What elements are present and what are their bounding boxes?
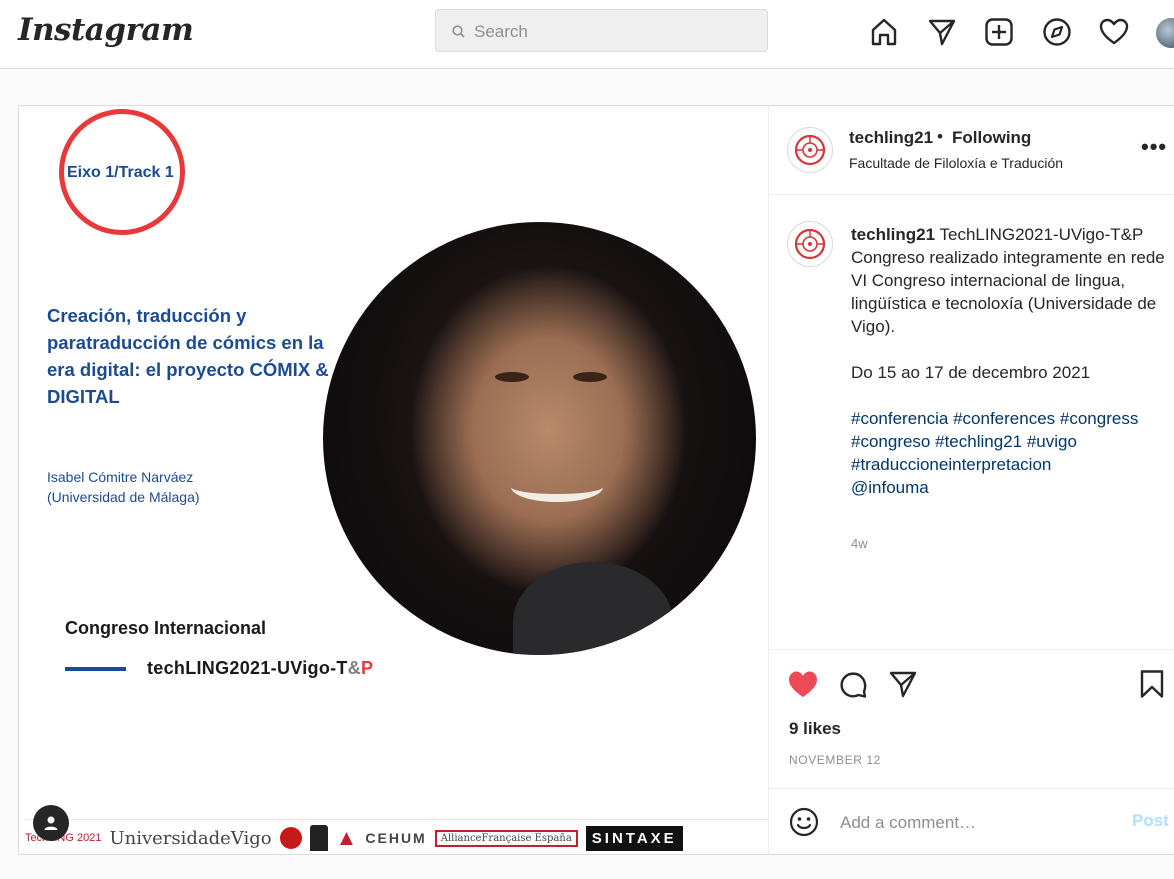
- save-bookmark-icon[interactable]: [1136, 668, 1168, 700]
- track-label: Eixo 1/Track 1: [67, 164, 174, 181]
- hashtag-link[interactable]: #conferencia: [851, 409, 948, 428]
- hashtag-link[interactable]: #techling21: [935, 432, 1022, 451]
- post-image[interactable]: Eixo 1/Track 1 Creación, traducción y pa…: [19, 106, 768, 854]
- more-options-icon[interactable]: •••: [1141, 134, 1167, 160]
- post-comment-button[interactable]: Post: [1132, 811, 1169, 831]
- post-sidebar: techling21 • Following Facultade de Filo…: [768, 106, 1174, 854]
- like-heart-icon[interactable]: [787, 668, 819, 700]
- post-header: techling21 • Following Facultade de Filo…: [769, 106, 1174, 195]
- share-icon[interactable]: [887, 668, 919, 700]
- post-caption: techling21 TechLING2021-UVigo-T&P Congre…: [851, 223, 1171, 499]
- sponsor-triangle-logo: ▲: [335, 825, 358, 850]
- caption-username[interactable]: techling21: [851, 225, 935, 244]
- sponsor-emblem-red: [279, 827, 302, 849]
- home-icon[interactable]: [868, 16, 900, 48]
- speaker-name: Isabel Cómitre Narváez (Universidad de M…: [47, 469, 200, 505]
- direct-message-icon[interactable]: [926, 16, 958, 48]
- sponsor-cehum: CEHUM: [365, 830, 427, 846]
- caption-dates: Do 15 ao 17 de decembro 2021: [851, 363, 1091, 382]
- account-username[interactable]: techling21: [849, 128, 933, 148]
- search-input[interactable]: [472, 18, 756, 46]
- following-button[interactable]: Following: [952, 128, 1031, 148]
- comment-input[interactable]: [838, 809, 1122, 837]
- hashtag-link[interactable]: #traduccioneinterpretacion: [851, 455, 1051, 474]
- account-avatar[interactable]: [787, 127, 833, 173]
- likes-count[interactable]: 9 likes: [789, 719, 841, 739]
- speaker-photo: [323, 222, 756, 655]
- conference-name: techLING2021-UVigo-T&P: [147, 658, 374, 678]
- comment-bubble-icon[interactable]: [837, 668, 869, 700]
- divider-line: [65, 667, 126, 671]
- caption-line: VI Congreso internacional de lingua, lin…: [851, 271, 1157, 336]
- sponsor-emblem-dark: [309, 825, 328, 851]
- post-card: Eixo 1/Track 1 Creación, traducción y pa…: [18, 105, 1174, 855]
- mention-link[interactable]: @infouma: [851, 478, 929, 497]
- post-location[interactable]: Facultade de Filoloxía e Tradución: [849, 155, 1063, 171]
- new-post-icon[interactable]: [983, 16, 1015, 48]
- hashtag-link[interactable]: #congreso: [851, 432, 930, 451]
- hashtag-link[interactable]: #uvigo: [1027, 432, 1077, 451]
- explore-compass-icon[interactable]: [1041, 16, 1073, 48]
- top-navigation-bar: Instagram: [0, 0, 1174, 69]
- post-actions: [769, 649, 1174, 720]
- hashtag-link[interactable]: #conferences: [953, 409, 1055, 428]
- activity-heart-icon[interactable]: [1098, 16, 1130, 48]
- search-box[interactable]: [435, 9, 768, 52]
- sponsor-logos-strip: TechLING 2021 UniversidadeVigo ▲ CEHUM A…: [25, 819, 768, 854]
- tagged-user-icon[interactable]: [33, 805, 69, 841]
- talk-title: Creación, traducción y paratraducción de…: [47, 305, 329, 407]
- sponsor-sintaxe: SINTAXE: [585, 825, 683, 851]
- instagram-logo[interactable]: Instagram: [18, 12, 194, 48]
- profile-avatar[interactable]: [1156, 18, 1174, 48]
- separator-dot: •: [937, 127, 943, 146]
- search-icon: [452, 25, 465, 38]
- post-date[interactable]: NOVEMBER 12: [789, 753, 881, 767]
- hashtag-link[interactable]: #congress: [1060, 409, 1138, 428]
- comment-bar: Post: [769, 788, 1174, 855]
- emoji-icon[interactable]: [789, 807, 819, 837]
- congress-label: Congreso Internacional: [65, 618, 267, 638]
- caption-time[interactable]: 4w: [851, 536, 868, 551]
- sponsor-uvigo: UniversidadeVigo: [109, 827, 272, 849]
- sponsor-alliance-francaise: AllianceFrançaise España: [434, 829, 578, 847]
- caption-avatar[interactable]: [787, 221, 833, 267]
